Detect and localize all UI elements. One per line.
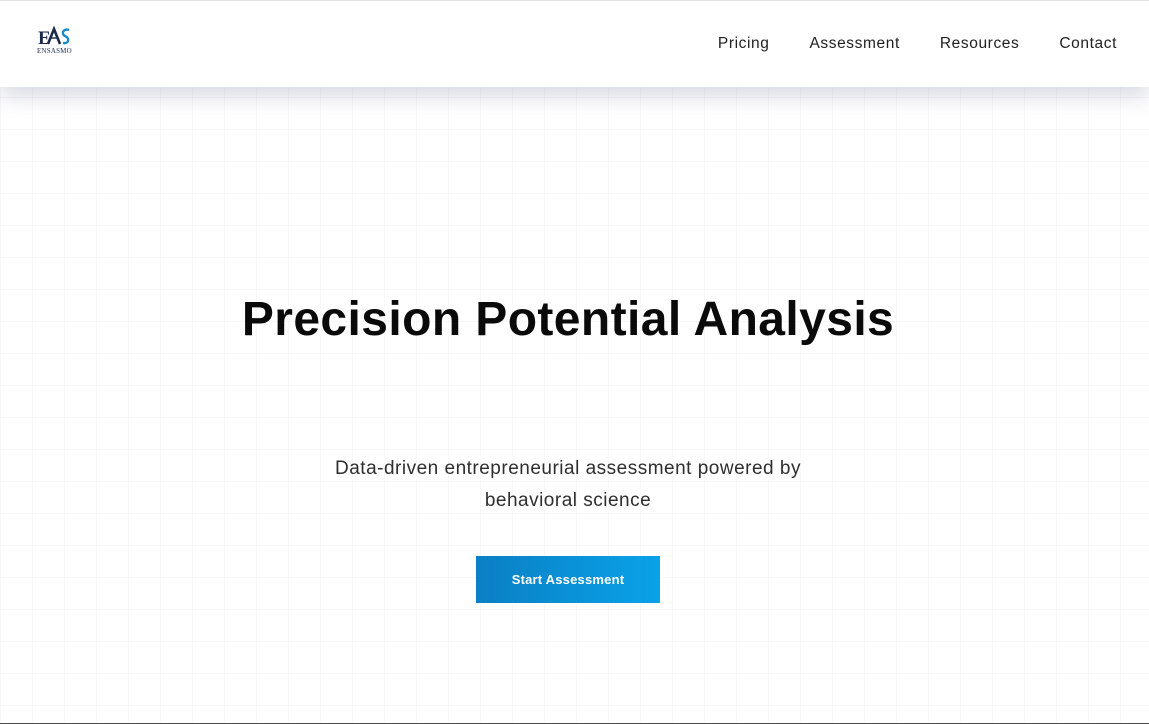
landing-page: E ENSASMO Pricing Assessment Resources C…	[0, 0, 1149, 724]
hero-subtitle: Data-driven entrepreneurial assessment p…	[335, 458, 801, 511]
nav-pricing[interactable]: Pricing	[718, 35, 770, 53]
svg-text:ENSASMO: ENSASMO	[37, 47, 72, 55]
hero-title: Precision Potential Analysis	[241, 293, 895, 346]
ensasmo-logo-icon: E ENSASMO	[37, 25, 72, 55]
site-header: E ENSASMO Pricing Assessment Resources C…	[0, 1, 1149, 87]
nav-resources[interactable]: Resources	[940, 35, 1020, 53]
start-assessment-button[interactable]: Start Assessment	[476, 556, 660, 603]
svg-text:E: E	[38, 28, 50, 49]
main-navigation: Pricing Assessment Resources Contact	[718, 1, 1117, 87]
nav-contact[interactable]: Contact	[1059, 35, 1117, 53]
brand-logo[interactable]: E ENSASMO	[36, 25, 76, 57]
nav-assessment[interactable]: Assessment	[809, 35, 899, 53]
